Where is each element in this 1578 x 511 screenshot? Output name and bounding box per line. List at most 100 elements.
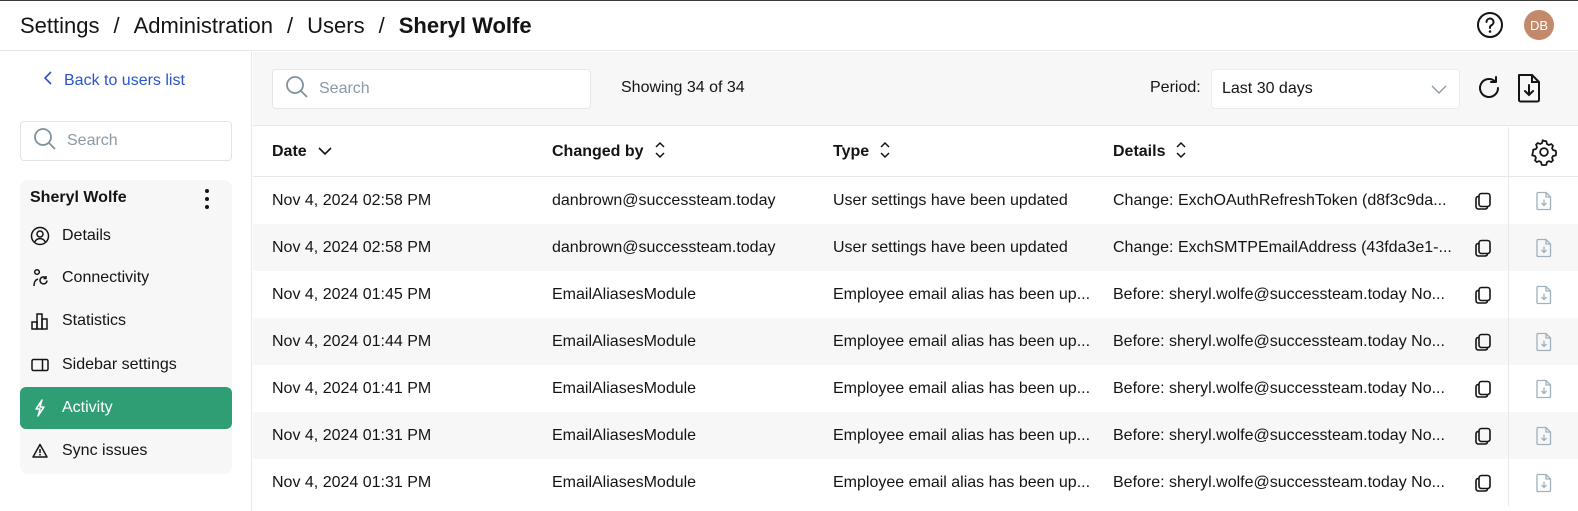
warning-triangle-icon xyxy=(30,441,50,461)
sidebar-item-label: Sync issues xyxy=(62,442,148,459)
column-header-details[interactable]: Details xyxy=(1113,127,1187,177)
download-file-icon[interactable] xyxy=(1508,318,1578,365)
sidebar-item-connectivity[interactable]: Connectivity xyxy=(20,257,232,299)
download-file-icon[interactable] xyxy=(1508,177,1578,224)
result-count: Showing 34 of 34 xyxy=(621,79,745,96)
sidebar-item-details[interactable]: Details xyxy=(20,215,232,257)
cell-changed-by: EmailAliasesModule xyxy=(552,473,697,491)
search-icon xyxy=(33,127,57,156)
table-row[interactable]: Nov 4, 2024 01:31 PM EmailAliasesModule … xyxy=(253,459,1578,506)
period-label: Period: xyxy=(1150,79,1201,96)
column-header-date[interactable]: Date xyxy=(272,127,333,177)
cell-details: Before: sheryl.wolfe@successteam.today N… xyxy=(1113,473,1445,491)
lightning-icon xyxy=(30,398,50,418)
download-file-icon[interactable] xyxy=(1508,459,1578,506)
sort-desc-icon xyxy=(317,143,333,161)
user-nav-card: Sheryl Wolfe Details Connectivity Statis… xyxy=(20,180,232,474)
sidebar-item-label: Sidebar settings xyxy=(62,356,177,373)
copy-icon[interactable] xyxy=(1471,459,1495,506)
download-file-icon[interactable] xyxy=(1508,271,1578,318)
cell-date: Nov 4, 2024 01:31 PM xyxy=(272,473,432,491)
sidebar-item-label: Activity xyxy=(62,399,113,416)
copy-icon[interactable] xyxy=(1471,224,1495,271)
column-label: Changed by xyxy=(552,143,644,160)
user-circle-icon xyxy=(30,226,50,246)
refresh-icon[interactable] xyxy=(1475,74,1503,102)
back-to-users-link[interactable]: Back to users list xyxy=(43,71,185,90)
chevron-left-icon xyxy=(43,71,52,90)
cell-date: Nov 4, 2024 01:41 PM xyxy=(272,379,432,397)
sort-icon xyxy=(654,141,666,164)
column-label: Type xyxy=(833,143,870,160)
period-value: Last 30 days xyxy=(1222,80,1313,97)
activity-table: Date Changed by Type Details Nov 4, 2024… xyxy=(253,127,1578,506)
breadcrumb-settings[interactable]: Settings xyxy=(20,13,100,39)
copy-icon[interactable] xyxy=(1471,271,1495,318)
activity-panel: Showing 34 of 34 Period: Last 30 days Da… xyxy=(253,52,1578,511)
sort-icon xyxy=(1175,141,1187,164)
cell-details: Before: sheryl.wolfe@successteam.today N… xyxy=(1113,379,1445,397)
toolbar: Showing 34 of 34 Period: Last 30 days xyxy=(253,52,1578,126)
page-header: Settings / Administration / Users / Sher… xyxy=(0,1,1578,51)
copy-icon[interactable] xyxy=(1471,412,1495,459)
sidebar-search[interactable] xyxy=(20,121,232,161)
table-body: Nov 4, 2024 02:58 PM danbrown@successtea… xyxy=(253,177,1578,506)
cell-details: Before: sheryl.wolfe@successteam.today N… xyxy=(1113,332,1445,350)
download-file-icon[interactable] xyxy=(1508,224,1578,271)
table-row[interactable]: Nov 4, 2024 01:41 PM EmailAliasesModule … xyxy=(253,365,1578,412)
cell-date: Nov 4, 2024 01:31 PM xyxy=(272,426,432,444)
table-row[interactable]: Nov 4, 2024 01:44 PM EmailAliasesModule … xyxy=(253,318,1578,365)
table-row[interactable]: Nov 4, 2024 01:31 PM EmailAliasesModule … xyxy=(253,412,1578,459)
sidebar-search-input[interactable] xyxy=(67,132,207,150)
user-name: Sheryl Wolfe xyxy=(30,189,127,206)
sidebar: Back to users list Sheryl Wolfe Details … xyxy=(0,52,252,511)
sidebar-item-sync-issues[interactable]: Sync issues xyxy=(20,430,232,472)
connectivity-icon xyxy=(30,268,50,288)
sidebar-item-label: Statistics xyxy=(62,312,127,329)
back-link-label: Back to users list xyxy=(64,71,185,89)
search-icon xyxy=(285,75,309,104)
avatar[interactable]: DB xyxy=(1524,10,1554,40)
activity-search-input[interactable] xyxy=(319,80,459,98)
cell-details: Change: ExchOAuthRefreshToken (d8f3c9da.… xyxy=(1113,191,1447,209)
copy-icon[interactable] xyxy=(1471,365,1495,412)
copy-icon[interactable] xyxy=(1471,318,1495,365)
copy-icon[interactable] xyxy=(1471,177,1495,224)
breadcrumb-separator: / xyxy=(378,12,385,38)
breadcrumb: Settings / Administration / Users / Sher… xyxy=(20,13,532,39)
sidebar-item-statistics[interactable]: Statistics xyxy=(20,300,232,342)
more-options-icon[interactable] xyxy=(198,186,216,212)
cell-changed-by: EmailAliasesModule xyxy=(552,426,697,444)
export-file-icon[interactable] xyxy=(1516,73,1542,103)
column-header-type[interactable]: Type xyxy=(833,127,891,177)
cell-changed-by: EmailAliasesModule xyxy=(552,332,697,350)
column-settings-icon[interactable] xyxy=(1508,127,1578,177)
help-circle-icon[interactable] xyxy=(1476,11,1504,39)
cell-type: User settings have been updated xyxy=(833,238,1068,256)
breadcrumb-users[interactable]: Users xyxy=(307,13,364,39)
period-select[interactable]: Last 30 days xyxy=(1211,69,1460,109)
cell-type: Employee email alias has been up... xyxy=(833,285,1091,303)
sidebar-item-label: Connectivity xyxy=(62,269,150,286)
cell-date: Nov 4, 2024 02:58 PM xyxy=(272,191,432,209)
table-row[interactable]: Nov 4, 2024 02:58 PM danbrown@successtea… xyxy=(253,177,1578,224)
sort-icon xyxy=(879,141,891,164)
table-row[interactable]: Nov 4, 2024 02:58 PM danbrown@successtea… xyxy=(253,224,1578,271)
table-row[interactable]: Nov 4, 2024 01:45 PM EmailAliasesModule … xyxy=(253,271,1578,318)
sidebar-item-sidebar-settings[interactable]: Sidebar settings xyxy=(20,344,232,386)
chevron-down-icon xyxy=(1431,82,1447,100)
breadcrumb-current-user: Sheryl Wolfe xyxy=(398,12,532,38)
column-header-changed-by[interactable]: Changed by xyxy=(552,127,666,177)
column-label: Details xyxy=(1113,143,1166,160)
table-header: Date Changed by Type Details xyxy=(253,127,1578,177)
cell-details: Change: ExchSMTPEmailAddress (43fda3e1-.… xyxy=(1113,238,1452,256)
cell-changed-by: danbrown@successteam.today xyxy=(552,191,776,209)
activity-search[interactable] xyxy=(272,69,591,109)
sidebar-item-activity[interactable]: Activity xyxy=(20,387,232,429)
column-label: Date xyxy=(272,143,307,160)
breadcrumb-separator: / xyxy=(113,12,120,38)
download-file-icon[interactable] xyxy=(1508,365,1578,412)
cell-changed-by: EmailAliasesModule xyxy=(552,285,697,303)
download-file-icon[interactable] xyxy=(1508,412,1578,459)
breadcrumb-administration[interactable]: Administration xyxy=(134,13,273,39)
